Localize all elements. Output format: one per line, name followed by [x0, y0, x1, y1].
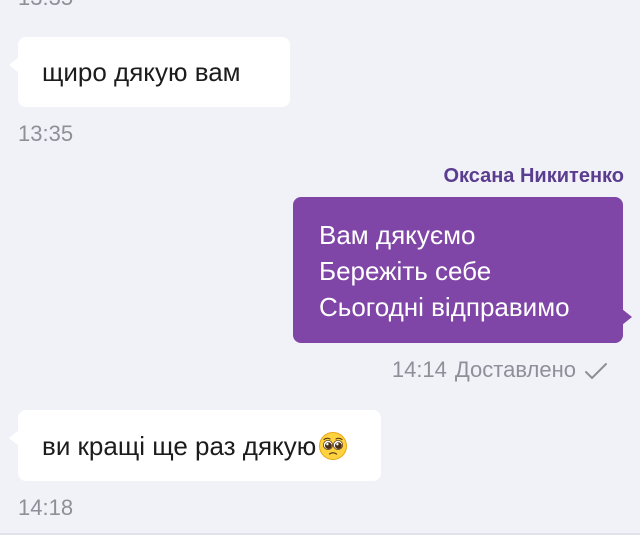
message-time: 14:18 — [18, 495, 74, 520]
sender-name: Оксана Никитенко — [443, 165, 624, 187]
message-line: Сьогодні відправимо — [319, 292, 570, 322]
pleading-face-icon — [318, 431, 348, 461]
message-status: 14:14 Доставлено — [392, 356, 608, 384]
message-text: ви кращі ще раз дякую — [42, 431, 317, 461]
message-time: 14:14 — [391, 357, 447, 382]
message-time: 13:35 — [18, 121, 74, 146]
outgoing-message-bubble[interactable]: Вам дякуємо Бережіть себе Сьогодні відпр… — [293, 197, 632, 343]
previous-message-time: 13:35 — [18, 0, 73, 10]
message-line: Вам дякуємо — [319, 220, 476, 250]
message-line: Бережіть себе — [319, 256, 492, 286]
incoming-message-bubble[interactable]: щиро дякую вам — [9, 37, 290, 107]
incoming-message-bubble[interactable]: ви кращі ще раз дякую — [9, 410, 381, 481]
delivery-status: Доставлено — [454, 357, 576, 382]
message-text: щиро дякую вам — [42, 57, 241, 87]
check-icon — [584, 360, 608, 380]
chat-thread: 13:35 щиро дякую вам 13:35 Оксана Никите… — [0, 0, 640, 535]
